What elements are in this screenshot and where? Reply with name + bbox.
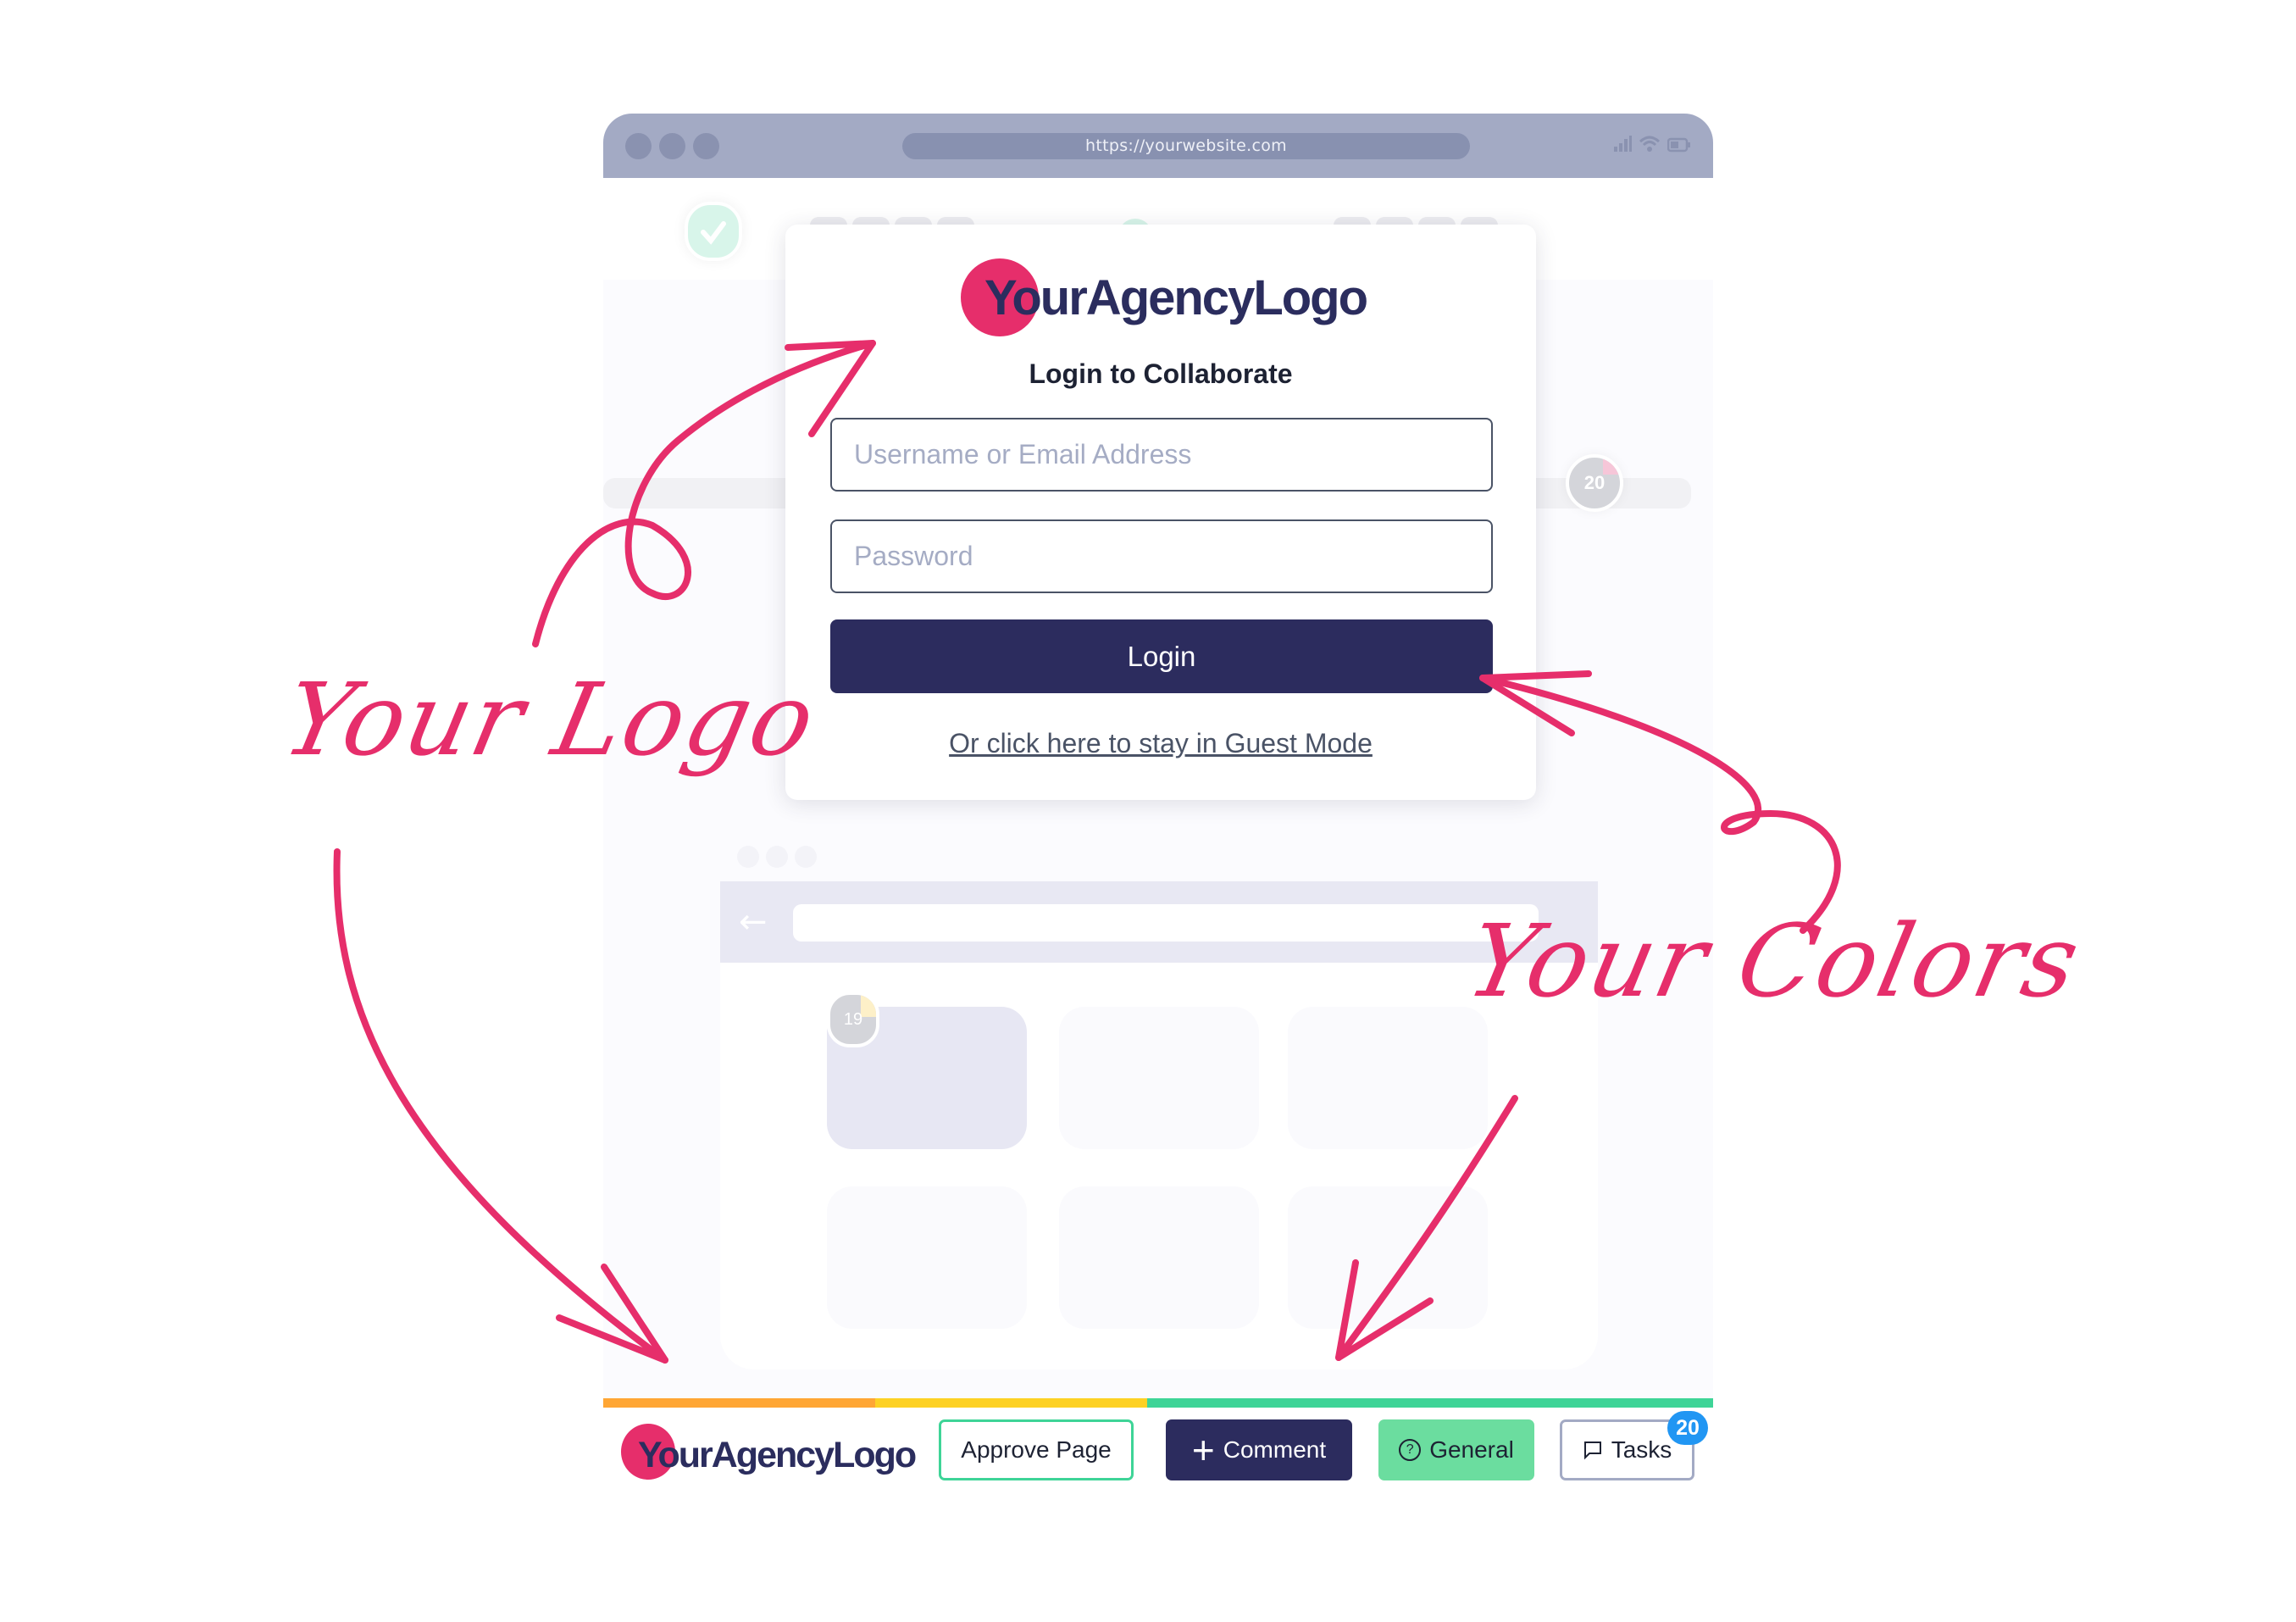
browser-titlebar: https://yourwebsite.com [603,114,1713,178]
address-bar[interactable]: https://yourwebsite.com [902,133,1470,159]
approve-page-label: Approve Page [961,1436,1112,1463]
inner-window-dot [766,846,788,868]
comment-pin-badge[interactable]: 20 [1566,454,1623,512]
chat-bubble-icon [1583,1441,1601,1460]
add-comment-button[interactable]: + Comment [1166,1419,1352,1480]
window-maximize-dot[interactable] [693,133,719,159]
progress-color-bar [603,1398,1713,1408]
plus-icon: + [1191,1428,1215,1472]
your-colors-annotation: Your Colors [1457,903,2091,1019]
back-arrow-icon[interactable]: ← [739,905,768,939]
window-close-dot[interactable] [625,133,652,159]
inner-window-dot [737,846,759,868]
content-card[interactable] [1288,1186,1488,1329]
logo-text: YourAgencyLogo [984,269,1368,325]
inner-address-bar[interactable] [793,904,1539,942]
login-button[interactable]: Login [830,619,1493,693]
content-card[interactable] [1059,1007,1259,1149]
approve-page-button[interactable]: Approve Page [939,1419,1134,1480]
tasks-count-badge: 20 [1667,1411,1708,1445]
content-card[interactable] [827,1186,1027,1329]
comment-label: Comment [1223,1436,1327,1463]
inner-window-dot [795,846,817,868]
color-bar-segment [874,1398,1147,1408]
color-bar-segment [1146,1398,1713,1408]
your-logo-annotation: Your Logo [274,661,827,778]
toolbar-agency-logo: YourAgencyLogo [621,1424,917,1480]
color-bar-segment [603,1398,875,1408]
logo-text: YourAgencyLogo [638,1434,917,1475]
inner-browser-bar: ← [720,881,1598,963]
general-label: General [1429,1436,1514,1463]
status-icons [1613,136,1691,153]
help-circle-icon: ? [1399,1439,1422,1461]
login-dialog: YourAgencyLogo Login to Collaborate Logi… [785,225,1536,800]
username-input[interactable] [830,418,1493,492]
general-button[interactable]: ? General [1378,1419,1534,1480]
tasks-label: Tasks [1611,1436,1672,1463]
comment-pin-badge[interactable]: 19 [827,992,879,1047]
content-card[interactable] [1059,1186,1259,1329]
content-card[interactable] [1288,1007,1488,1149]
password-input[interactable] [830,519,1493,593]
battery-icon [1667,137,1690,153]
agency-logo: YourAgencyLogo [961,258,1368,336]
guest-mode-link[interactable]: Or click here to stay in Guest Mode [785,728,1536,759]
signal-icon [1614,136,1632,152]
approved-check-icon [685,202,742,261]
window-minimize-dot[interactable] [659,133,685,159]
wifi-icon [1639,136,1661,152]
login-title: Login to Collaborate [1029,358,1293,389]
